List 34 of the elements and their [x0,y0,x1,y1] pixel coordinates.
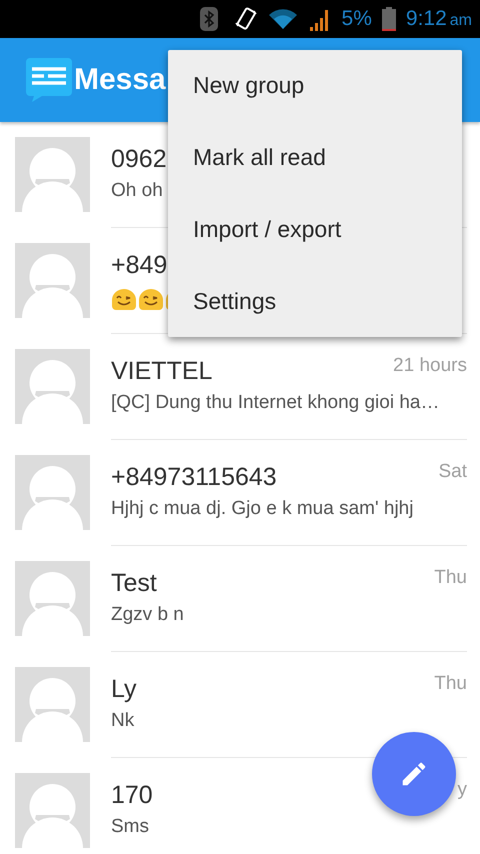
message-snippet: Nk [111,710,136,732]
message-time: 21 hours [393,355,467,377]
clock-ampm: am [450,12,472,30]
smiley-icon [138,286,164,310]
contact-name: Ly [111,675,136,704]
app-logo-icon [26,58,72,102]
menu-item[interactable]: Settings [168,265,462,337]
message-snippet: [QC] Dung thu Internet khong gioi ha… [111,392,440,414]
message-snippet: Zgzv b n [111,604,185,626]
contact-name: +84973115643 [111,463,277,492]
contact-name: 0962 [111,145,167,174]
message-time: Sat [438,461,467,483]
app-title: Messa [74,63,166,97]
contact-name: VIETTEL [111,357,212,386]
message-snippet: Oh oh [111,180,164,202]
menu-item[interactable]: New group [168,50,462,122]
compose-button[interactable] [372,732,456,816]
message-time: Thu [434,567,467,589]
message-time: y [458,779,467,801]
clock-time: 9:12 [406,7,447,31]
wifi-icon [268,8,298,30]
message-snippet: Sms [111,816,150,838]
smiley-icon [111,286,137,310]
battery-percent: 5% [342,7,372,31]
battery-icon [382,7,396,31]
message-snippet: Hjhj c mua dj. Gjo e k mua sam' hjhj [111,498,414,520]
contact-name: 170 [111,781,153,810]
contact-name: +849 [111,251,168,280]
menu-item[interactable]: Mark all read [168,122,462,194]
contact-name: Test [111,569,157,598]
message-time: Thu [434,673,467,695]
bluetooth-icon [200,7,218,31]
menu-item[interactable]: Import / export [168,194,462,266]
vibrate-icon [234,6,258,32]
